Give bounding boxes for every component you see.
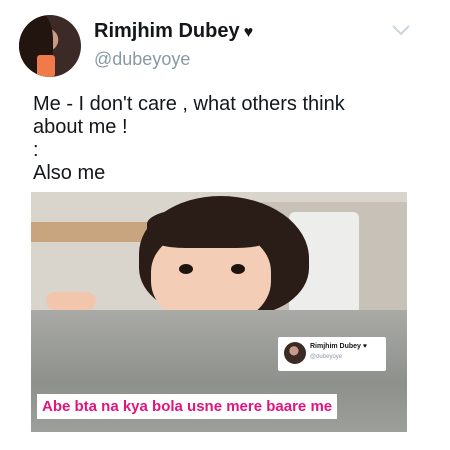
background-table <box>31 222 151 242</box>
chevron-down-icon[interactable] <box>392 24 410 36</box>
user-handle[interactable]: @dubeyoye <box>94 49 190 70</box>
embedded-display-name: Rimjhim Dubey ♥ <box>310 343 368 350</box>
avatar-phone <box>37 55 55 77</box>
avatar[interactable] <box>19 15 81 77</box>
display-name-text: Rimjhim Dubey <box>94 20 240 42</box>
embedded-avatar <box>284 342 306 364</box>
embedded-handle: @dubeyoye <box>310 354 343 360</box>
child-bangs <box>147 208 275 248</box>
child-hand <box>46 292 96 310</box>
child-eye-right <box>231 264 245 274</box>
embedded-tweet-card: Rimjhim Dubey ♥ @dubeyoye <box>278 337 386 371</box>
tweet-media-image[interactable]: Rimjhim Dubey ♥ @dubeyoye Abe bta na kya… <box>31 192 407 432</box>
tweet-text: Me - I don't care , what others think ab… <box>33 93 345 184</box>
heart-icon: ♥ <box>243 24 254 41</box>
display-name[interactable]: Rimjhim Dubey ♥ <box>94 20 253 43</box>
meme-caption: Abe bta na kya bola usne mere baare me <box>37 394 338 419</box>
child-eye-left <box>179 264 193 274</box>
